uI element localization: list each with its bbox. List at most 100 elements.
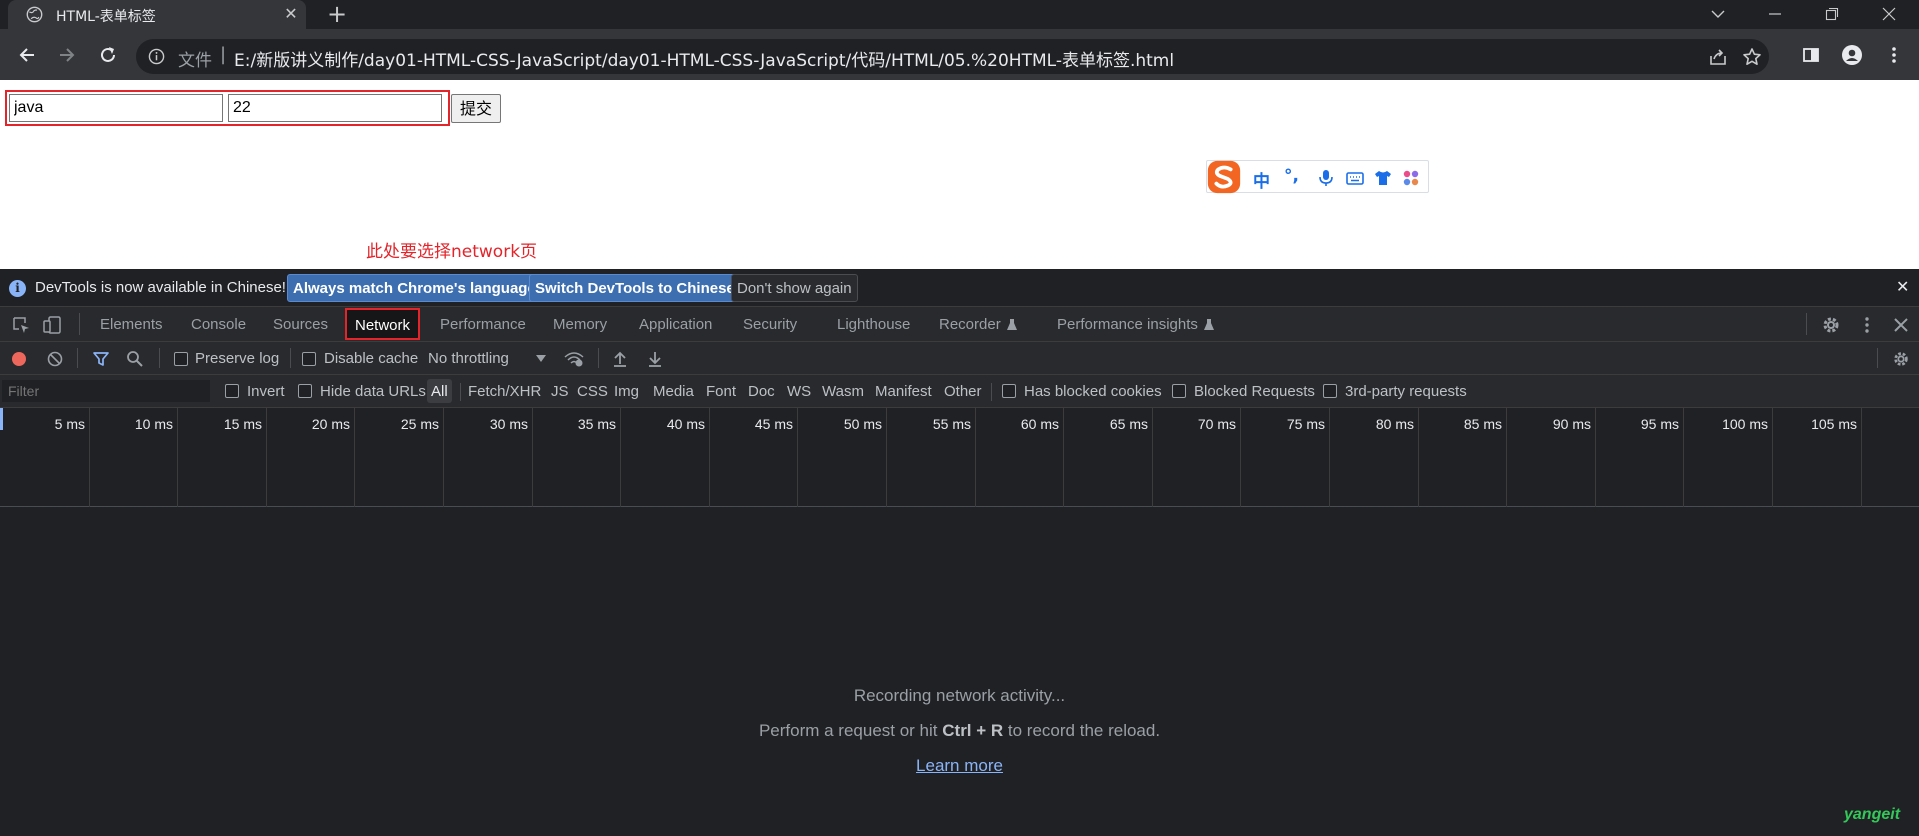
profile-button[interactable] bbox=[1838, 41, 1866, 69]
more-vert-icon[interactable] bbox=[1857, 315, 1877, 335]
microphone-icon[interactable] bbox=[1317, 169, 1335, 187]
toolbar-divider bbox=[79, 313, 80, 335]
side-panel-button[interactable] bbox=[1797, 41, 1825, 69]
filter-type-css[interactable]: CSS bbox=[577, 383, 608, 400]
chrome-menu-button[interactable] bbox=[1880, 41, 1908, 69]
blocked-requests-checkbox[interactable] bbox=[1172, 384, 1186, 398]
tab-network[interactable]: Network bbox=[345, 308, 421, 340]
filter-type-js[interactable]: JS bbox=[551, 383, 569, 400]
dont-show-again-button[interactable]: Don't show again bbox=[731, 274, 858, 302]
browser-tab[interactable]: HTML-表单标签 ✕ bbox=[8, 0, 306, 29]
filter-type-ws[interactable]: WS bbox=[787, 383, 811, 400]
timeline-gridline bbox=[443, 408, 444, 507]
import-har-icon[interactable] bbox=[612, 350, 628, 367]
minimize-button[interactable] bbox=[1752, 0, 1798, 29]
tab-application[interactable]: Application bbox=[639, 316, 712, 333]
skin-shirt-icon[interactable] bbox=[1374, 169, 1392, 187]
filter-type-fetch-xhr[interactable]: Fetch/XHR bbox=[468, 383, 541, 400]
inspect-element-icon[interactable] bbox=[11, 315, 31, 335]
reload-button[interactable] bbox=[94, 41, 122, 69]
third-party-requests-checkbox[interactable] bbox=[1323, 384, 1337, 398]
record-icon[interactable] bbox=[11, 351, 27, 367]
settings-gear-icon[interactable] bbox=[1821, 315, 1841, 335]
close-devtools-icon[interactable] bbox=[1891, 315, 1911, 335]
bookmark-star-icon[interactable] bbox=[1742, 47, 1762, 67]
age-input[interactable] bbox=[228, 94, 442, 122]
hide-data-urls-checkbox[interactable] bbox=[298, 384, 312, 398]
timeline-gridline bbox=[1240, 408, 1241, 507]
network-overview-timeline[interactable]: 5 ms 10 ms 15 ms 20 ms 25 ms 30 ms 35 ms 40 ms 4… bbox=[0, 408, 1919, 507]
ime-punctuation[interactable]: °, bbox=[1284, 166, 1299, 186]
infobar-close-icon[interactable]: ✕ bbox=[1896, 277, 1909, 297]
tab-recorder[interactable]: Recorder bbox=[939, 316, 1001, 333]
window-close-button[interactable] bbox=[1866, 0, 1912, 29]
toolbox-icon[interactable] bbox=[1402, 169, 1420, 187]
tab-elements[interactable]: Elements bbox=[100, 316, 163, 333]
timeline-gridline bbox=[177, 408, 178, 507]
restore-button[interactable] bbox=[1809, 0, 1855, 29]
invert-checkbox[interactable] bbox=[225, 384, 239, 398]
submit-button[interactable]: 提交 bbox=[451, 94, 501, 123]
filter-type-media[interactable]: Media bbox=[653, 383, 694, 400]
chevron-down-icon bbox=[1711, 10, 1725, 18]
username-input[interactable] bbox=[9, 94, 223, 122]
network-conditions-icon[interactable] bbox=[564, 350, 584, 368]
new-tab-icon[interactable]: + bbox=[325, 2, 349, 26]
sogou-logo-icon[interactable] bbox=[1205, 158, 1243, 196]
search-icon[interactable] bbox=[126, 350, 144, 368]
filter-input[interactable] bbox=[2, 380, 210, 402]
keyboard-icon[interactable] bbox=[1346, 169, 1364, 187]
timeline-tick-label: 50 ms bbox=[843, 416, 882, 432]
preserve-log-checkbox[interactable] bbox=[174, 352, 188, 366]
switch-to-chinese-button[interactable]: Switch DevTools to Chinese bbox=[529, 274, 741, 302]
toolbar-divider bbox=[1806, 313, 1807, 335]
timeline-gridline bbox=[1861, 408, 1862, 507]
back-button[interactable] bbox=[13, 41, 41, 69]
disable-cache-checkbox[interactable] bbox=[302, 352, 316, 366]
tab-security[interactable]: Security bbox=[743, 316, 797, 333]
dropdown-arrow-icon[interactable] bbox=[536, 355, 546, 363]
tab-search-button[interactable] bbox=[1695, 0, 1741, 29]
timeline-gridline bbox=[1329, 408, 1330, 507]
filter-type-img[interactable]: Img bbox=[614, 383, 639, 400]
tab-close-icon[interactable]: ✕ bbox=[282, 5, 300, 23]
has-blocked-cookies-checkbox[interactable] bbox=[1002, 384, 1016, 398]
always-match-language-button[interactable]: Always match Chrome's language bbox=[287, 274, 542, 302]
invert-label: Invert bbox=[247, 383, 285, 400]
timeline-tick-label: 90 ms bbox=[1552, 416, 1591, 432]
info-icon[interactable] bbox=[148, 48, 165, 65]
tab-sources[interactable]: Sources bbox=[273, 316, 328, 333]
share-icon[interactable] bbox=[1708, 47, 1728, 67]
timeline-tick-label: 5 ms bbox=[54, 416, 85, 432]
watermark: yangeit bbox=[1844, 806, 1901, 823]
preserve-log-label: Preserve log bbox=[195, 350, 280, 367]
timeline-tick-label: 25 ms bbox=[400, 416, 439, 432]
timeline-gridline bbox=[1418, 408, 1419, 507]
tab-memory[interactable]: Memory bbox=[553, 316, 607, 333]
experiment-flask-icon bbox=[1007, 319, 1017, 330]
tab-performance[interactable]: Performance bbox=[440, 316, 526, 333]
device-toolbar-icon[interactable] bbox=[42, 315, 62, 335]
arrow-left-icon bbox=[19, 48, 34, 62]
tab-performance-insights[interactable]: Performance insights bbox=[1057, 316, 1198, 333]
learn-more-link[interactable]: Learn more bbox=[0, 756, 1919, 776]
filter-type-wasm[interactable]: Wasm bbox=[822, 383, 864, 400]
url-text[interactable]: E:/新版讲义制作/day01-HTML-CSS-JavaScript/day0… bbox=[234, 46, 1174, 71]
toolbar-divider bbox=[290, 348, 291, 368]
network-settings-gear-icon[interactable] bbox=[1892, 350, 1910, 368]
throttling-select[interactable]: No throttling bbox=[428, 350, 509, 367]
tab-lighthouse[interactable]: Lighthouse bbox=[837, 316, 910, 333]
filter-type-doc[interactable]: Doc bbox=[748, 383, 775, 400]
clear-icon[interactable] bbox=[47, 351, 63, 367]
address-bar[interactable]: 文件 | E:/新版讲义制作/day01-HTML-CSS-JavaScript… bbox=[136, 39, 1769, 74]
filter-type-all[interactable]: All bbox=[427, 379, 452, 403]
forward-button[interactable] bbox=[53, 41, 81, 69]
export-har-icon[interactable] bbox=[647, 350, 663, 367]
timeline-tick-label: 70 ms bbox=[1197, 416, 1236, 432]
filter-funnel-icon[interactable] bbox=[92, 350, 110, 368]
filter-type-font[interactable]: Font bbox=[706, 383, 736, 400]
ime-language[interactable]: 中 bbox=[1253, 167, 1270, 192]
tab-console[interactable]: Console bbox=[191, 316, 246, 333]
filter-type-other[interactable]: Other bbox=[944, 383, 982, 400]
filter-type-manifest[interactable]: Manifest bbox=[875, 383, 932, 400]
